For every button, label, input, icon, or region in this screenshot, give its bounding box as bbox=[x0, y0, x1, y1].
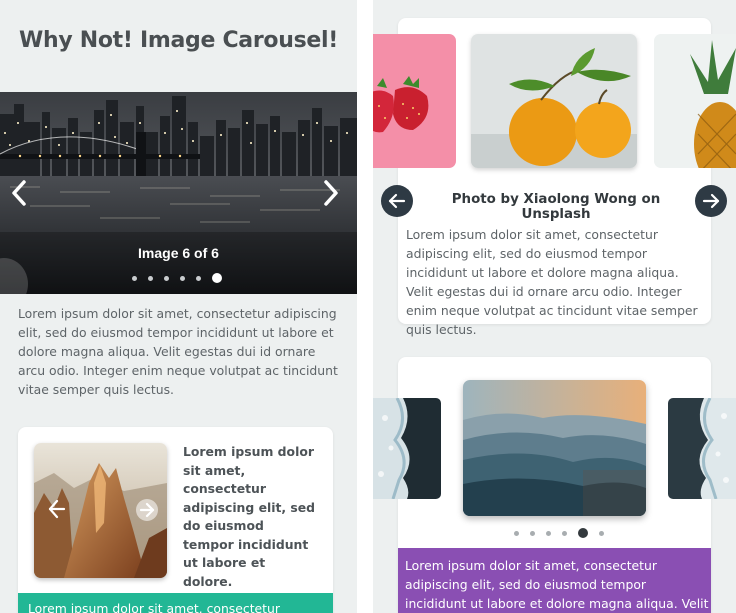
landscape-pagination bbox=[514, 528, 615, 538]
hero-dot-3[interactable] bbox=[164, 276, 169, 281]
arrow-left-icon bbox=[388, 193, 406, 209]
landscape-dot-6[interactable] bbox=[599, 531, 604, 536]
mountains-slide[interactable] bbox=[463, 380, 646, 516]
arrow-right-icon bbox=[702, 193, 720, 209]
hero-prev-button[interactable] bbox=[8, 178, 30, 208]
strawberry-image bbox=[373, 34, 456, 168]
chevron-right-icon bbox=[324, 180, 338, 206]
landscape-dot-2[interactable] bbox=[530, 531, 535, 536]
fruit-card-body-text: Lorem ipsum dolor sit amet, consectetur … bbox=[406, 227, 698, 337]
pineapple-slide[interactable] bbox=[654, 34, 736, 168]
photo-next-button[interactable] bbox=[695, 185, 727, 217]
hero-carousel bbox=[0, 92, 357, 294]
hero-dot-6-active[interactable] bbox=[212, 273, 222, 283]
purple-text-bar: Lorem ipsum dolor sit amet, consectetur … bbox=[398, 548, 711, 613]
card-next-button[interactable] bbox=[135, 498, 159, 522]
card-text: Lorem ipsum dolor sit amet, consectetur … bbox=[183, 444, 316, 589]
landscape-dot-4[interactable] bbox=[562, 531, 567, 536]
strawberry-slide[interactable] bbox=[373, 34, 456, 168]
wave-slide-prev[interactable] bbox=[373, 398, 441, 499]
landscape-dot-1[interactable] bbox=[514, 531, 519, 536]
wave-slide-next[interactable] bbox=[668, 398, 736, 499]
arrow-left-icon bbox=[48, 499, 66, 519]
hero-caption: Image 6 of 6 bbox=[138, 245, 219, 261]
hero-next-button[interactable] bbox=[320, 178, 342, 208]
mountain-landscape-image bbox=[463, 380, 646, 516]
hero-pagination bbox=[132, 273, 233, 283]
ocean-wave-image bbox=[668, 398, 736, 499]
photo-caption: Photo by Xiaolong Wong on Unsplash bbox=[451, 192, 661, 222]
hero-dot-1[interactable] bbox=[132, 276, 137, 281]
left-card: Lorem ipsum dolor sit amet, consectetur … bbox=[18, 427, 333, 613]
chevron-left-icon bbox=[12, 180, 26, 206]
left-demo-panel: Why Not! Image Carousel! Image 6 of 6 Lo… bbox=[0, 0, 357, 613]
ocean-wave-image bbox=[373, 398, 441, 499]
teal-text-bar: Lorem ipsum dolor sit amet, consectetur bbox=[18, 593, 333, 613]
landscape-dot-3[interactable] bbox=[546, 531, 551, 536]
city-skyline-image bbox=[0, 92, 357, 294]
card-prev-button[interactable] bbox=[48, 498, 66, 520]
hero-dot-4[interactable] bbox=[180, 276, 185, 281]
left-body-text: Lorem ipsum dolor sit amet, consectetur … bbox=[18, 306, 338, 397]
arrow-right-circle-icon bbox=[136, 499, 158, 521]
hero-dot-2[interactable] bbox=[148, 276, 153, 281]
pineapple-image bbox=[654, 34, 736, 168]
orange-image bbox=[471, 34, 637, 168]
orange-slide[interactable] bbox=[471, 34, 637, 168]
right-demo-panel: Photo by Xiaolong Wong on Unsplash Lorem… bbox=[373, 0, 736, 613]
photo-prev-button[interactable] bbox=[381, 185, 413, 217]
page-title: Why Not! Image Carousel! bbox=[19, 28, 338, 53]
landscape-dot-5-active[interactable] bbox=[578, 528, 588, 538]
hero-dot-5[interactable] bbox=[196, 276, 201, 281]
